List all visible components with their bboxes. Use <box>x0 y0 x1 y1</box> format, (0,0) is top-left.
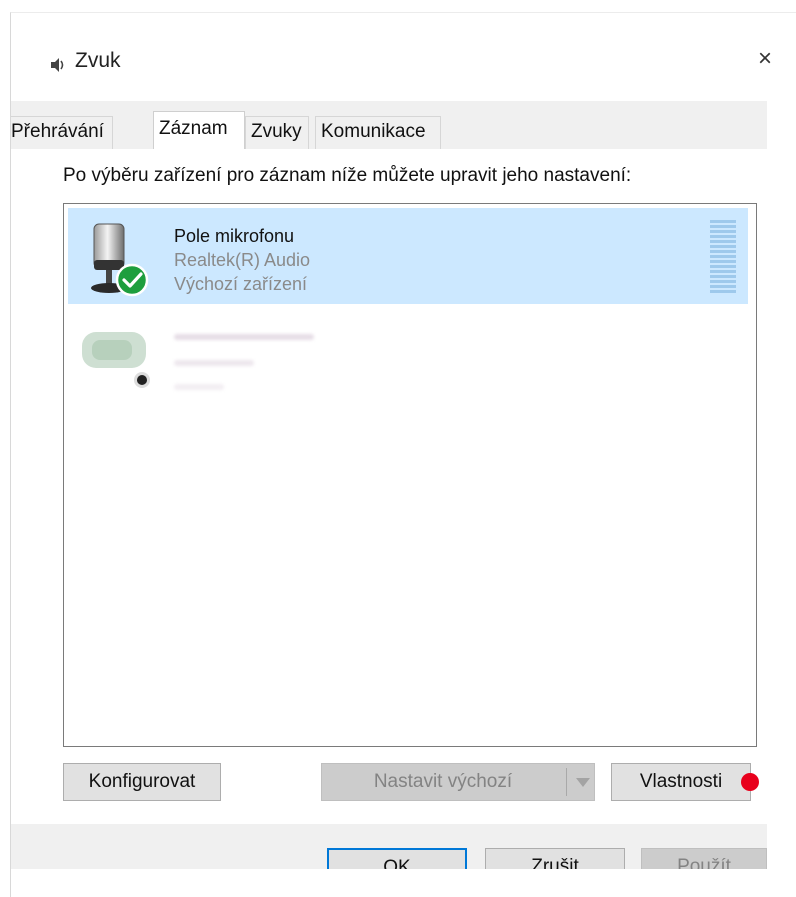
set-default-label: Nastavit výchozí <box>373 771 513 792</box>
ok-button[interactable]: OK <box>327 848 467 869</box>
microphone-icon <box>91 223 149 297</box>
title-bar: Zvuk × <box>11 13 796 85</box>
sound-dialog: Zvuk × Přehrávání Záznam Zvuky Komunikac… <box>10 12 796 897</box>
headset-icon <box>82 332 150 388</box>
cancel-button[interactable]: Zrušit <box>485 848 625 869</box>
dialog-footer: OK Zrušit Použít <box>11 824 767 869</box>
tab-sounds[interactable]: Zvuky <box>245 116 309 149</box>
tab-recording[interactable]: Záznam <box>153 111 245 149</box>
configure-button[interactable]: Konfigurovat <box>63 763 221 801</box>
device-name: Pole mikrofonu <box>174 226 295 246</box>
device-driver: Realtek(R) Audio <box>174 250 311 270</box>
properties-button[interactable]: Vlastnosti <box>611 763 751 801</box>
dropdown-arrow-icon[interactable] <box>576 778 590 787</box>
apply-button[interactable]: Použít <box>641 848 767 869</box>
device-row-second[interactable] <box>68 314 748 410</box>
blurred-device-status <box>174 384 224 390</box>
set-default-button[interactable]: Nastavit výchozí <box>321 763 595 801</box>
split-divider <box>566 768 567 796</box>
tab-strip: Přehrávání Záznam Zvuky Komunikace <box>11 101 767 149</box>
default-check-icon <box>115 263 149 297</box>
device-row-microphone-array[interactable]: Pole mikrofonu Realtek(R) Audio Výchozí … <box>68 208 748 304</box>
tab-communication[interactable]: Komunikace <box>315 116 441 149</box>
close-icon[interactable]: × <box>758 47 772 71</box>
annotation-dot <box>741 773 759 791</box>
recording-device-list[interactable]: Pole mikrofonu Realtek(R) Audio Výchozí … <box>63 203 757 747</box>
input-level-meter <box>710 220 736 294</box>
tab-playback[interactable]: Přehrávání <box>11 116 113 149</box>
speaker-icon <box>51 58 64 72</box>
instruction-text: Po výběru zařízení pro záznam níže můžet… <box>63 165 632 186</box>
blurred-device-name <box>174 334 314 340</box>
window-title: Zvuk <box>75 49 121 72</box>
device-status: Výchozí zařízení <box>174 274 308 294</box>
blurred-device-driver <box>174 360 254 366</box>
